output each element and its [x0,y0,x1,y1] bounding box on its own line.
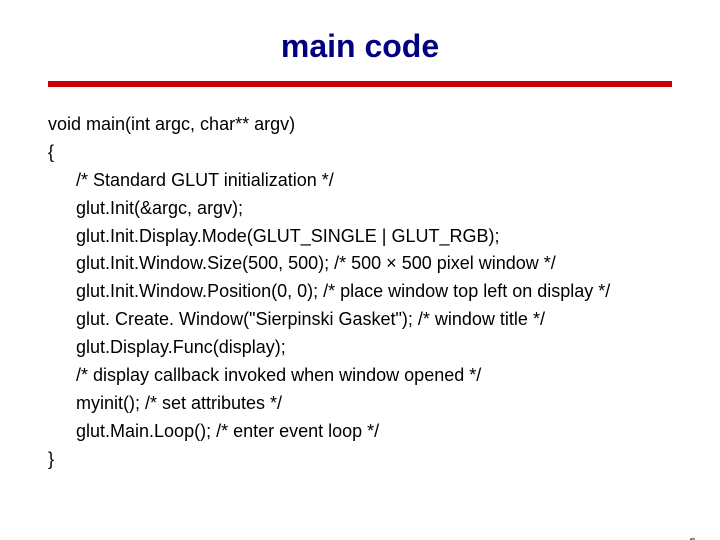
divider [48,81,672,87]
slide: main code void main(int argc, char** arg… [0,28,720,540]
code-line: glut.Main.Loop(); /* enter event loop */ [48,418,672,446]
code-line: /* display callback invoked when window … [48,362,672,390]
code-block: void main(int argc, char** argv) { /* St… [48,111,672,474]
code-line: glut.Init.Window.Size(500, 500); /* 500 … [48,250,672,278]
code-line: { [48,139,672,167]
code-line: glut.Display.Func(display); [48,334,672,362]
code-line: glut. Create. Window("Sierpinski Gasket"… [48,306,672,334]
slide-title: main code [0,28,720,65]
code-line: /* Standard GLUT initialization */ [48,167,672,195]
code-line: void main(int argc, char** argv) [48,111,672,139]
code-line: } [48,446,672,474]
code-line: myinit(); /* set attributes */ [48,390,672,418]
code-line: glut.Init.Display.Mode(GLUT_SINGLE | GLU… [48,223,672,251]
code-line: glut.Init(&argc, argv); [48,195,672,223]
code-line: glut.Init.Window.Position(0, 0); /* plac… [48,278,672,306]
page-number: 5 [689,536,696,540]
